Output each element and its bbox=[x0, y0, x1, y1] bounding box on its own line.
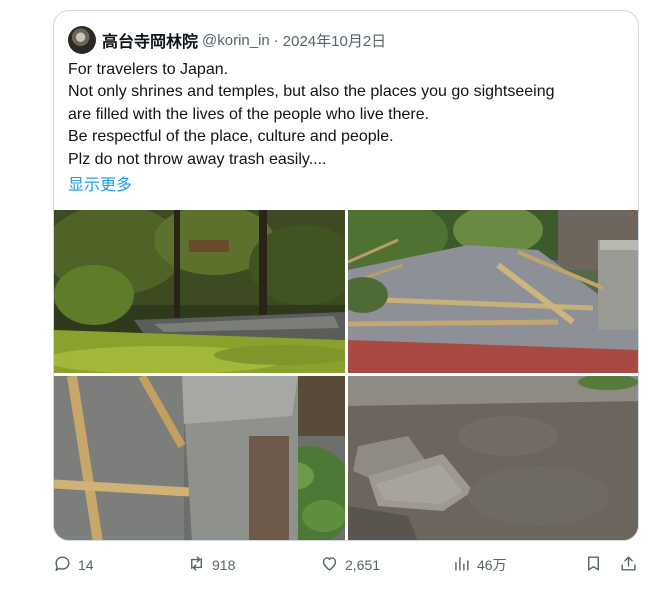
tweet-text-line: are filled with the lives of the people … bbox=[68, 105, 430, 123]
retweet-count: 918 bbox=[212, 557, 236, 573]
like-button[interactable]: 2,651 bbox=[320, 553, 380, 577]
photo-bamboo-poles-path[interactable] bbox=[348, 210, 638, 373]
author-display-name[interactable]: 高台寺岡林院 bbox=[102, 28, 198, 52]
photo-broken-stone-ground[interactable] bbox=[348, 376, 638, 540]
tweet-actions: 14 918 2,651 46万 bbox=[53, 553, 643, 577]
tweet-text: For travelers to Japan. Not only shrines… bbox=[68, 59, 628, 171]
tweet-text-line: Plz do not throw away trash easily.... bbox=[68, 150, 327, 168]
reply-icon bbox=[53, 554, 72, 576]
bookmark-icon bbox=[584, 554, 603, 576]
tweet-card[interactable]: 高台寺岡林院 @korin_in · 2024年10月2日 For travel… bbox=[53, 10, 639, 541]
heart-icon bbox=[320, 554, 339, 576]
photo-stone-post-bamboo[interactable] bbox=[54, 376, 345, 540]
tweet-text-line: For travelers to Japan. bbox=[68, 61, 229, 78]
tweet-text-line: Be respectful of the place, culture and … bbox=[68, 128, 394, 146]
reply-button[interactable]: 14 bbox=[53, 553, 94, 577]
photo-moss-garden[interactable] bbox=[54, 210, 345, 373]
views-button[interactable]: 46万 bbox=[452, 553, 507, 577]
share-icon bbox=[619, 554, 638, 576]
tweet-header: 高台寺岡林院 @korin_in · 2024年10月2日 bbox=[68, 25, 386, 55]
like-count: 2,651 bbox=[345, 557, 381, 573]
reply-count: 14 bbox=[78, 557, 94, 573]
share-button[interactable] bbox=[619, 553, 638, 577]
views-count: 46万 bbox=[477, 557, 507, 573]
avatar[interactable] bbox=[68, 26, 96, 54]
bookmark-button[interactable] bbox=[584, 553, 603, 577]
show-more-link[interactable]: 显示更多 bbox=[68, 171, 132, 195]
header-separator: · bbox=[273, 31, 279, 49]
author-handle[interactable]: @korin_in bbox=[202, 32, 270, 49]
retweet-icon bbox=[187, 554, 206, 576]
media-grid bbox=[54, 210, 638, 540]
tweet-date[interactable]: 2024年10月2日 bbox=[283, 30, 386, 51]
retweet-button[interactable]: 918 bbox=[187, 553, 235, 577]
tweet-text-line: Not only shrines and temples, but also t… bbox=[68, 83, 555, 101]
views-icon bbox=[452, 554, 471, 576]
